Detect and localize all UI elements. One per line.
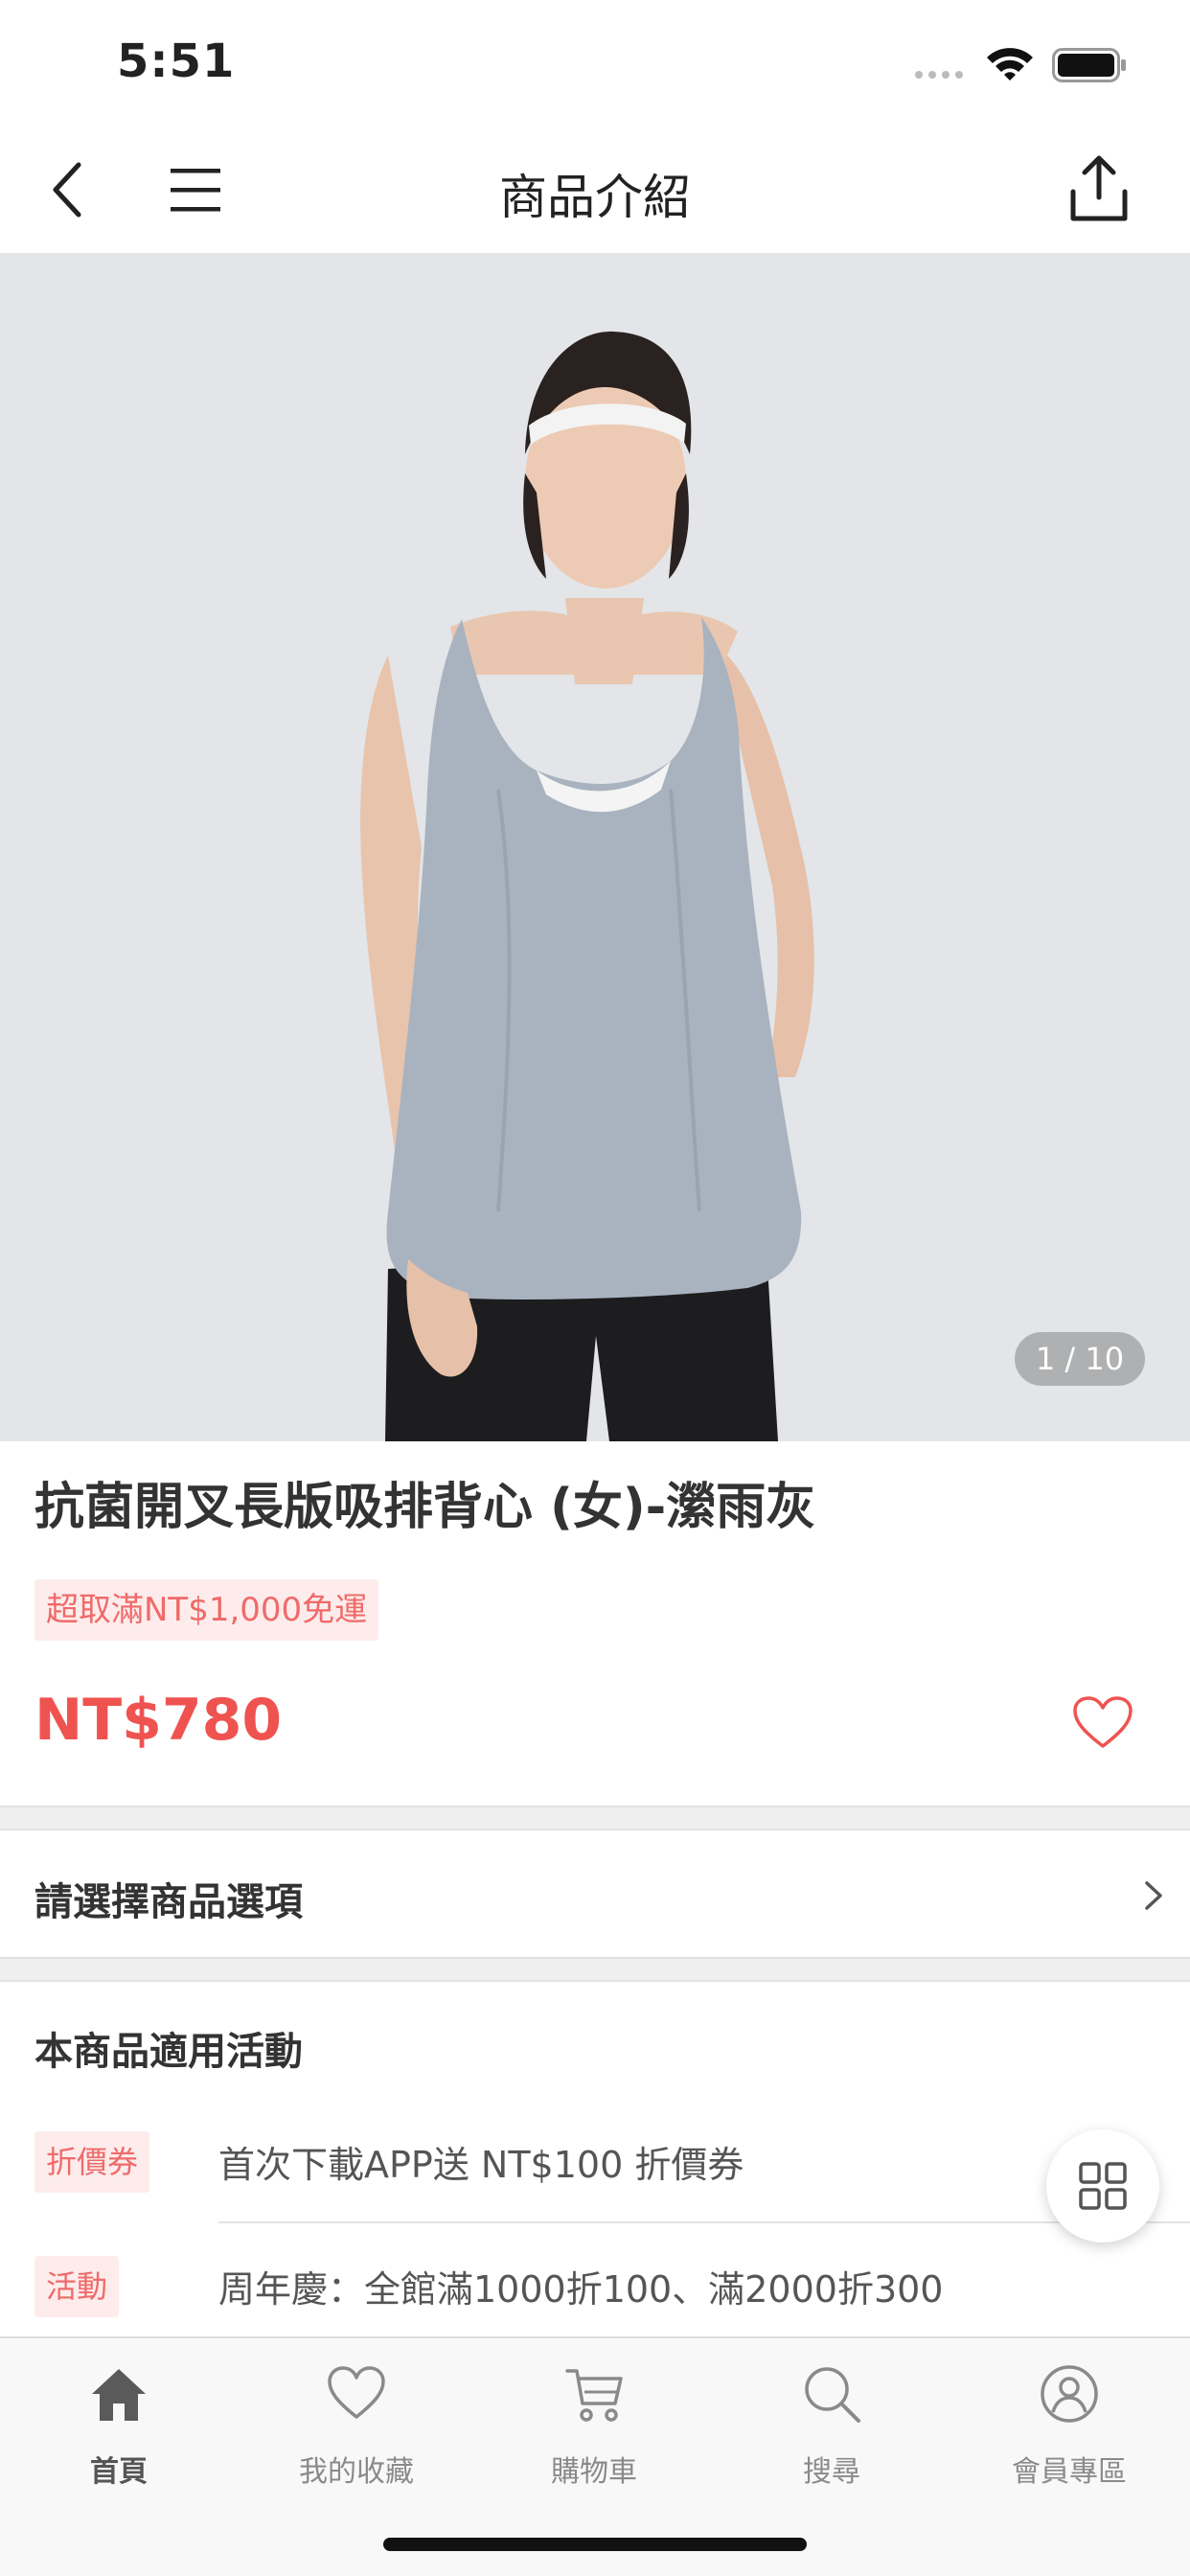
page-title: 商品介紹 bbox=[499, 170, 691, 225]
select-options-row[interactable]: 請選擇商品選項 bbox=[0, 1832, 1190, 1957]
product-price: NT$780 bbox=[34, 1687, 283, 1754]
tab-label: 我的收藏 bbox=[299, 2455, 414, 2489]
app-header: 商品介紹 bbox=[0, 126, 1190, 253]
cart-icon bbox=[565, 2369, 623, 2422]
promotion-tag: 活動 bbox=[34, 2256, 120, 2317]
product-image-carousel[interactable] bbox=[0, 253, 1190, 1441]
section-divider bbox=[0, 1957, 1190, 1982]
heart-outline-icon[interactable] bbox=[1071, 1694, 1134, 1752]
section-divider bbox=[0, 1806, 1190, 1830]
tab-label: 會員專區 bbox=[1012, 2455, 1127, 2489]
search-icon bbox=[805, 2367, 860, 2423]
status-time: 5:51 bbox=[117, 34, 236, 88]
tab-label: 首頁 bbox=[90, 2455, 148, 2489]
image-pager: 1 / 10 bbox=[1015, 1332, 1145, 1386]
tab-home[interactable]: 首頁 bbox=[0, 2338, 238, 2501]
tab-search[interactable]: 搜尋 bbox=[713, 2338, 950, 2501]
cellular-signal-icon bbox=[915, 71, 963, 79]
promotion-item[interactable]: 活動 周年慶：全館滿1000折100、滿2000折300 bbox=[0, 2233, 1190, 2338]
tab-favorites[interactable]: 我的收藏 bbox=[238, 2338, 475, 2501]
promotions-title: 本商品適用活動 bbox=[34, 2030, 303, 2074]
tab-cart[interactable]: 購物車 bbox=[475, 2338, 713, 2501]
tab-member[interactable]: 會員專區 bbox=[950, 2338, 1188, 2501]
home-icon bbox=[92, 2369, 146, 2421]
promotion-text: 首次下載APP送 NT$100 折價券 bbox=[218, 2144, 744, 2186]
floating-grid-button[interactable] bbox=[1046, 2129, 1159, 2242]
shipping-tag: 超取滿NT$1,000免運 bbox=[34, 1579, 379, 1641]
product-photo bbox=[0, 253, 1190, 1441]
promotion-tag: 折價券 bbox=[34, 2131, 150, 2193]
battery-icon bbox=[1052, 48, 1126, 82]
product-name: 抗菌開叉長版吸排背心 (女)-瀠雨灰 bbox=[34, 1479, 816, 1536]
grid-icon bbox=[1079, 2162, 1127, 2210]
select-options-label: 請選擇商品選項 bbox=[34, 1880, 303, 1924]
status-bar: 5:51 bbox=[0, 0, 1190, 126]
wifi-icon bbox=[987, 48, 1033, 80]
chevron-right-icon bbox=[1145, 1881, 1162, 1910]
home-indicator bbox=[383, 2538, 807, 2551]
user-icon bbox=[1041, 2365, 1098, 2423]
tab-label: 購物車 bbox=[551, 2455, 637, 2489]
promotion-separator bbox=[218, 2221, 1190, 2223]
heart-icon bbox=[328, 2366, 385, 2419]
tab-label: 搜尋 bbox=[803, 2455, 860, 2489]
share-icon[interactable] bbox=[1067, 153, 1131, 224]
promotion-text: 周年慶：全館滿1000折100、滿2000折300 bbox=[218, 2268, 944, 2311]
promotion-item[interactable]: 折價券 首次下載APP送 NT$100 折價券 bbox=[0, 2108, 1190, 2214]
